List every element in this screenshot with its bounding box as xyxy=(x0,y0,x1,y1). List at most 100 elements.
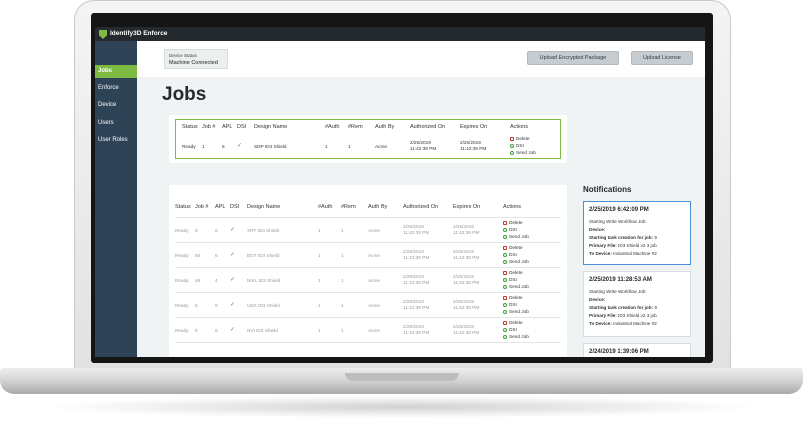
cell-apl: 6 xyxy=(215,253,218,258)
cell-status: Ready xyxy=(182,144,196,149)
dsi-check-icon: ✓ xyxy=(230,277,236,283)
active-job-card: Status Job # APL DSI Design Name #Auth #Rem Aut… xyxy=(169,115,567,163)
cell-rem-count: 1 xyxy=(341,253,344,258)
cell-job-number: 5 xyxy=(195,328,198,333)
cell-design-name: NVI ID3 Shield xyxy=(247,328,278,333)
column-header-expires-on: Expires On xyxy=(460,124,488,130)
notification-line: To Device: Industrial Machine #2 xyxy=(589,251,657,256)
cell-expires-time: 11:42:39 PM xyxy=(453,280,480,285)
notification-line: Starting Write Workflow Job xyxy=(589,219,646,224)
sidebar-item-device[interactable]: Device xyxy=(95,99,137,112)
cell-authorized-time: 11:42:39 PM xyxy=(410,146,437,151)
cell-apl: 8 xyxy=(215,228,218,233)
column-header-status: Status xyxy=(175,204,191,210)
cell-authorized-time: 11:42:39 PM xyxy=(403,255,430,260)
action-dsi-link[interactable]: DSI xyxy=(503,302,517,308)
cell-auth-by: Acme xyxy=(368,278,380,283)
sidebar-item-users[interactable]: Users xyxy=(95,117,137,130)
cell-status: Ready xyxy=(175,253,189,258)
action-send-job-link[interactable]: Send Job xyxy=(503,259,529,265)
dsi-check-icon: ✓ xyxy=(237,143,243,149)
action-dsi-link[interactable]: DSI xyxy=(503,227,517,233)
notification-card[interactable]: 2/25/2019 11:28:53 AM Starting Write Work… xyxy=(583,271,691,337)
cell-auth-count: 1 xyxy=(318,253,321,258)
column-header-auth-by: Auth By xyxy=(368,204,388,210)
circle-icon xyxy=(503,335,507,339)
notification-line-label: Device: xyxy=(589,297,606,302)
notification-line-label: Starting task creation for job: xyxy=(589,305,654,310)
cell-design-name: XRT ID3 Shield xyxy=(247,228,280,233)
app-title: Identify3D Enforce xyxy=(110,30,168,37)
notification-line: Device: xyxy=(589,297,605,302)
cell-status: Ready xyxy=(175,328,189,333)
sidebar-item-jobs[interactable]: Jobs xyxy=(95,65,137,78)
column-header-design-name: Design Name xyxy=(247,204,281,210)
cell-job-number: 46 xyxy=(195,278,201,283)
notification-line: Starting task creation for job: 9 xyxy=(589,235,657,240)
cell-status: Ready xyxy=(175,278,189,283)
notification-line-label: To Device: xyxy=(589,321,612,326)
action-dsi-link[interactable]: DSI xyxy=(503,277,517,283)
circle-icon xyxy=(503,253,507,257)
notification-card[interactable]: 2/24/2019 1:39:06 PM xyxy=(583,343,691,357)
cell-authorized-time: 11:42:39 PM xyxy=(403,230,430,235)
upload-encrypted-package-button[interactable]: Upload Encrypted Package xyxy=(527,51,619,65)
action-dsi-link[interactable]: DSI xyxy=(503,327,517,333)
notification-card[interactable]: 2/25/2019 6:42:09 PM Starting Write Workf… xyxy=(583,201,691,265)
notification-line: Starting task creation for job: 9 xyxy=(589,305,657,310)
circle-icon xyxy=(503,278,507,282)
cell-authorized-time: 11:42:39 PM xyxy=(403,305,430,310)
notification-line: To Device: Industrial Machine #2 xyxy=(589,321,657,326)
table-row xyxy=(175,342,561,357)
column-header-rem-count: #Rem xyxy=(341,204,356,210)
column-header-authorized-on: Authorized On xyxy=(403,204,439,210)
column-header-auth-by: Auth By xyxy=(375,124,395,130)
notification-line: Primary File: ID3 Shield v2 3 job xyxy=(589,243,657,248)
cell-rem-count: 1 xyxy=(348,144,351,149)
column-header-status: Status xyxy=(182,124,198,130)
cell-rem-count: 1 xyxy=(341,303,344,308)
cell-design-name: BGT ID3 Shield xyxy=(247,253,280,258)
cell-rem-count: 1 xyxy=(341,328,344,333)
action-send-job-link[interactable]: Send Job xyxy=(510,150,536,156)
cell-auth-by: Acme xyxy=(368,328,380,333)
column-header-design-name: Design Name xyxy=(254,124,288,130)
trash-icon xyxy=(503,271,507,275)
action-delete-link[interactable]: Delete xyxy=(510,136,530,142)
notification-line-label: Primary File: xyxy=(589,313,617,318)
sidebar-item-enforce[interactable]: Enforce xyxy=(95,82,137,95)
upload-license-button[interactable]: Upload License xyxy=(631,51,693,65)
cell-design-name: UDX ID3 Shield xyxy=(247,303,280,308)
action-delete-link[interactable]: Delete xyxy=(503,220,523,226)
cell-auth-count: 1 xyxy=(318,328,321,333)
page-title: Jobs xyxy=(162,84,207,105)
laptop-notch xyxy=(345,373,459,381)
column-header-apl: APL xyxy=(222,124,233,130)
circle-icon xyxy=(510,151,514,155)
action-delete-link[interactable]: Delete xyxy=(503,245,523,251)
trash-icon xyxy=(503,296,507,300)
dsi-check-icon: ✓ xyxy=(230,327,236,333)
cell-status: Ready xyxy=(175,228,189,233)
column-header-dsi: DSI xyxy=(230,204,240,210)
action-delete-link[interactable]: Delete xyxy=(503,270,523,276)
column-header-auth-count: #Auth xyxy=(318,204,333,210)
trash-icon xyxy=(503,246,507,250)
action-delete-link[interactable]: Delete xyxy=(503,295,523,301)
action-dsi-link[interactable]: DSI xyxy=(503,252,517,258)
cell-auth-count: 1 xyxy=(318,303,321,308)
cell-apl: 4 xyxy=(215,278,218,283)
cell-rem-count: 1 xyxy=(341,228,344,233)
laptop-base xyxy=(0,368,803,394)
sidebar-item-user-roles[interactable]: User Roles xyxy=(95,134,137,147)
action-delete-link[interactable]: Delete xyxy=(503,320,523,326)
laptop-shadow xyxy=(40,396,763,418)
action-send-job-link[interactable]: Send Job xyxy=(503,234,529,240)
action-send-job-link[interactable]: Send Job xyxy=(503,334,529,340)
sidebar: Jobs Enforce Device Users User Roles xyxy=(95,41,137,357)
action-send-job-link[interactable]: Send Job xyxy=(503,309,529,315)
action-dsi-link[interactable]: DSI xyxy=(510,143,524,149)
dsi-check-icon: ✓ xyxy=(230,252,236,258)
cell-auth-by: Acme xyxy=(368,253,380,258)
action-send-job-link[interactable]: Send Job xyxy=(503,284,529,290)
